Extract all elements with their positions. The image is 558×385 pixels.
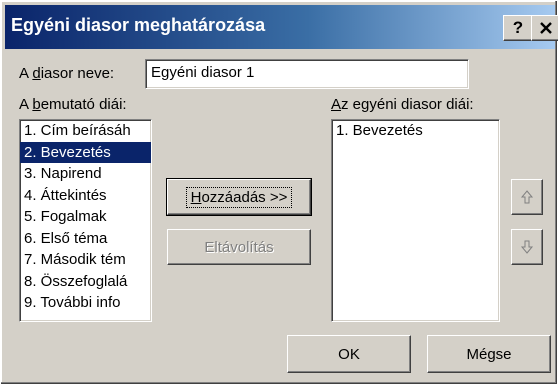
slide-list-item[interactable]: 4. Áttekintés bbox=[20, 185, 151, 207]
arrow-down-icon bbox=[520, 240, 534, 254]
slide-list-item[interactable]: 9. További info bbox=[20, 292, 151, 314]
cancel-button[interactable]: Mégse bbox=[427, 335, 551, 373]
arrow-up-icon bbox=[520, 190, 534, 204]
close-icon bbox=[540, 22, 552, 34]
slide-list-item[interactable]: 7. Második tém bbox=[20, 249, 151, 271]
custom-show-slides-label-access-key: A bbox=[331, 96, 342, 113]
slide-list-item[interactable]: 3. Napirend bbox=[20, 163, 151, 185]
add-button-label-rest: ozzáadás >> bbox=[201, 188, 288, 206]
presentation-slides-list[interactable]: 1. Cím beírásáh 2. Bevezetés 3. Napirend… bbox=[19, 119, 152, 322]
show-name-label: A diasor neve: bbox=[19, 65, 114, 82]
show-name-label-rest: iasor neve: bbox=[40, 65, 115, 82]
add-button-label: Hozzáadás >> bbox=[185, 186, 293, 208]
move-down-button[interactable] bbox=[511, 229, 543, 265]
presentation-slides-label: A bemutató diái: bbox=[19, 96, 127, 113]
close-button[interactable] bbox=[531, 15, 558, 41]
slide-list-item-selected[interactable]: 2. Bevezetés bbox=[20, 141, 151, 163]
presentation-slides-label-access-key: b bbox=[32, 96, 41, 113]
slide-list-item[interactable]: 5. Fogalmak bbox=[20, 206, 151, 228]
show-name-label-access-key: d bbox=[32, 65, 41, 82]
custom-slide-list-item[interactable]: 1. Bevezetés bbox=[332, 120, 499, 142]
custom-show-slides-list[interactable]: 1. Bevezetés bbox=[331, 119, 500, 322]
slide-list-item[interactable]: 6. Első téma bbox=[20, 228, 151, 250]
show-name-input[interactable]: Egyéni diasor 1 bbox=[145, 59, 469, 89]
move-up-button[interactable] bbox=[511, 179, 543, 215]
presentation-slides-label-rest: emutató diái: bbox=[40, 96, 127, 113]
show-name-label-prefix: A bbox=[19, 65, 33, 82]
ok-button[interactable]: OK bbox=[287, 335, 411, 373]
custom-show-dialog: Egyéni diasor meghatározása ? A diasor n… bbox=[0, 0, 558, 385]
presentation-slides-label-prefix: A bbox=[19, 96, 33, 113]
dialog-title: Egyéni diasor meghatározása bbox=[11, 15, 266, 35]
title-bar[interactable]: Egyéni diasor meghatározása ? bbox=[5, 5, 558, 49]
help-button[interactable]: ? bbox=[503, 15, 533, 41]
slide-list-item[interactable]: 1. Cím beírásáh bbox=[20, 120, 151, 142]
add-button[interactable]: Hozzáadás >> bbox=[166, 178, 312, 216]
remove-button[interactable]: Eltávolítás bbox=[167, 229, 311, 265]
slide-list-item[interactable]: 8. Összefoglalá bbox=[20, 271, 151, 293]
custom-show-slides-label: Az egyéni diasor diái: bbox=[331, 96, 474, 113]
add-button-access-key: H bbox=[190, 188, 202, 206]
custom-show-slides-label-rest: z egyéni diasor diái: bbox=[341, 96, 474, 113]
